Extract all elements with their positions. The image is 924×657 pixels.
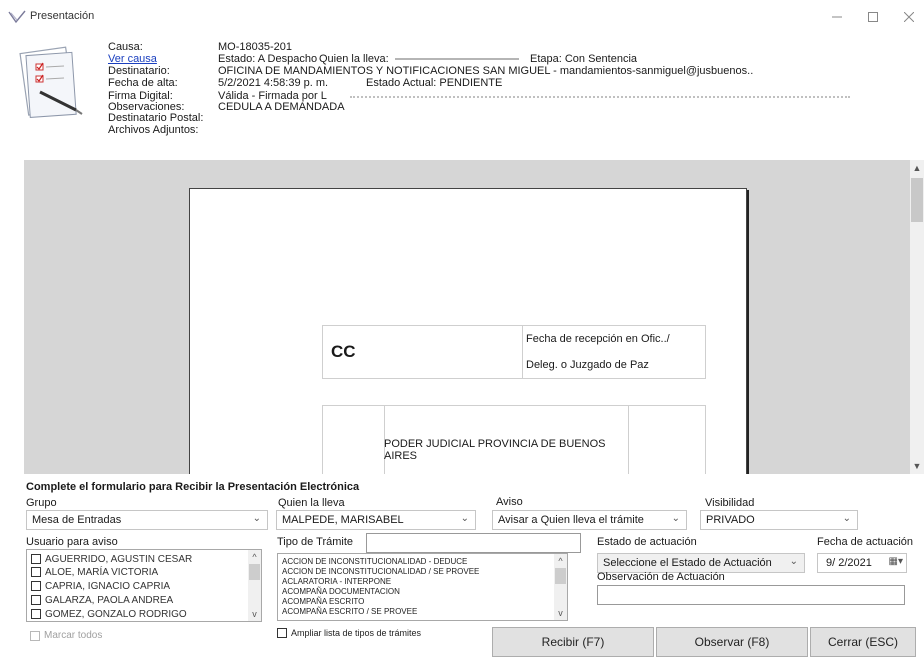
- list-item[interactable]: CAPRIA, IGNACIO CAPRIA: [31, 580, 170, 592]
- fecha-actuacion-value: 9/ 2/2021: [826, 557, 872, 569]
- tipo-tramite-label: Tipo de Trámite: [277, 536, 354, 548]
- list-item[interactable]: ACOMPAÑA ESCRITO / SE PROVEE: [282, 607, 417, 616]
- causa-value: MO-18035-201: [218, 41, 292, 53]
- estado-actuacion-label: Estado de actuación: [597, 536, 697, 548]
- document-page: CC Fecha de recepción en Ofic../ Deleg. …: [189, 188, 747, 495]
- usuario-aviso-list[interactable]: AGUERRIDO, AGUSTIN CESAR ALOE, MARÍA VIC…: [26, 549, 262, 622]
- fecha-recepcion-text-2: Deleg. o Juzgado de Paz: [526, 359, 649, 371]
- minimize-button[interactable]: [822, 6, 852, 28]
- checkbox[interactable]: [31, 567, 41, 577]
- usuario-aviso-label: Usuario para aviso: [26, 536, 118, 548]
- checkbox[interactable]: [30, 630, 40, 641]
- grupo-select[interactable]: Mesa de Entradas ⌄: [26, 510, 268, 530]
- chevron-down-icon: ⌄: [789, 556, 798, 567]
- quien-label: Quien la lleva: [278, 497, 345, 509]
- list-item[interactable]: AGUERRIDO, AGUSTIN CESAR: [31, 553, 192, 565]
- chevron-down-icon: ⌄: [671, 513, 680, 524]
- app-icon: [8, 10, 26, 24]
- estado-actual-value: Estado Actual: PENDIENTE: [366, 77, 503, 89]
- scroll-up-icon[interactable]: ^: [554, 554, 567, 568]
- observaciones-value: CEDULA A DEMANDADA: [218, 101, 345, 113]
- ver-causa-link[interactable]: Ver causa: [108, 53, 157, 65]
- cc-text: CC: [331, 342, 356, 361]
- scroll-down-icon[interactable]: v: [248, 607, 261, 621]
- redacted-name: [395, 58, 519, 60]
- checkbox[interactable]: [31, 554, 41, 564]
- chevron-down-icon: ⌄: [252, 513, 261, 524]
- visibilidad-select[interactable]: PRIVADO ⌄: [700, 510, 858, 530]
- title-bar: Presentación: [0, 0, 924, 34]
- visibilidad-value: PRIVADO: [706, 514, 755, 526]
- observacion-actuacion-label: Observación de Actuación: [597, 571, 725, 583]
- list-item[interactable]: ACOMPAÑA DOCUMENTACION: [282, 587, 400, 596]
- archivos-adjuntos-label: Archivos Adjuntos:: [108, 124, 199, 136]
- grupo-select-value: Mesa de Entradas: [32, 514, 122, 526]
- scroll-down-icon[interactable]: v: [554, 606, 567, 620]
- destinatario-label: Destinatario:: [108, 65, 170, 77]
- checkbox[interactable]: [31, 609, 41, 619]
- fecha-actuacion-picker[interactable]: 9/ 2/2021 ▦▾: [817, 553, 907, 573]
- window-title: Presentación: [30, 10, 95, 22]
- list-item[interactable]: ACLARATORIA - INTERPONE: [282, 577, 391, 586]
- grupo-label: Grupo: [26, 497, 57, 509]
- observacion-actuacion-input[interactable]: [597, 585, 905, 605]
- fecha-actuacion-label: Fecha de actuación: [817, 536, 914, 548]
- preview-scrollbar[interactable]: ▲ ▼: [910, 160, 924, 474]
- estado-value: Estado: A Despacho: [218, 53, 318, 65]
- quien-lleva-value: MALPEDE, MARISABEL: [282, 514, 404, 526]
- checkbox[interactable]: [31, 581, 41, 591]
- quien-lleva-value: Quien la lleva:: [319, 53, 389, 65]
- quien-lleva-select[interactable]: MALPEDE, MARISABEL ⌄: [276, 510, 476, 530]
- scroll-thumb[interactable]: [249, 564, 260, 580]
- usuario-list-scrollbar[interactable]: ^ v: [248, 550, 261, 621]
- aviso-value: Avisar a Quien lleva el trámite: [498, 514, 644, 526]
- list-item[interactable]: GALARZA, PAOLA ANDREA: [31, 594, 173, 606]
- list-item[interactable]: ACOMPAÑA ESCRITO: [282, 597, 364, 606]
- destinatario-postal-label: Destinatario Postal:: [108, 112, 204, 124]
- scroll-thumb[interactable]: [555, 568, 566, 584]
- visibilidad-label: Visibilidad: [705, 497, 755, 509]
- scroll-thumb[interactable]: [911, 178, 923, 222]
- list-item[interactable]: ACCION DE INCONSTITUCIONALIDAD - DEDUCE: [282, 557, 467, 566]
- fecha-alta-label: Fecha de alta:: [108, 77, 178, 89]
- close-button[interactable]: [894, 6, 924, 28]
- calendar-icon[interactable]: ▦▾: [889, 556, 903, 567]
- aviso-select[interactable]: Avisar a Quien lleva el trámite ⌄: [492, 510, 687, 530]
- causa-label: Causa:: [108, 41, 143, 53]
- maximize-icon: [868, 12, 878, 22]
- scroll-up-icon[interactable]: ▲: [910, 160, 924, 176]
- chevron-down-icon: ⌄: [460, 513, 469, 524]
- checkbox[interactable]: [31, 595, 41, 605]
- etapa-value: Etapa: Con Sentencia: [530, 53, 638, 65]
- list-item[interactable]: ACCION DE INCONSTITUCIONALIDAD / SE PROV…: [282, 567, 479, 576]
- estado-actuacion-value: Seleccione el Estado de Actuación: [603, 557, 772, 569]
- tipo-tramite-list[interactable]: ACCION DE INCONSTITUCIONALIDAD - DEDUCE …: [277, 553, 568, 621]
- scroll-down-icon[interactable]: ▼: [910, 458, 924, 474]
- fecha-alta-value: 5/2/2021 4:58:39 p. m.: [218, 77, 329, 89]
- list-item[interactable]: ALOE, MARÍA VICTORIA: [31, 566, 158, 578]
- checkbox[interactable]: [277, 628, 287, 638]
- fecha-recepcion-text-1: Fecha de recepción en Ofic../: [526, 333, 670, 345]
- list-item[interactable]: GOMEZ, GONZALO RODRIGO: [31, 608, 187, 620]
- document-edit-icon: [19, 46, 83, 118]
- tramite-list-scrollbar[interactable]: ^ v: [554, 554, 567, 620]
- aviso-label: Aviso: [496, 496, 523, 508]
- redacted-firma: [350, 96, 850, 98]
- tipo-tramite-input[interactable]: [366, 533, 581, 553]
- marcar-todos-checkbox[interactable]: Marcar todos: [30, 630, 102, 641]
- minimize-icon: [832, 16, 842, 18]
- destinatario-value: OFICINA DE MANDAMIENTOS Y NOTIFICACIONES…: [218, 65, 754, 77]
- form-title: Complete el formulario para Recibir la P…: [26, 481, 360, 493]
- maximize-button[interactable]: [858, 6, 888, 28]
- close-icon: [904, 12, 914, 22]
- poder-judicial-text: PODER JUDICIAL PROVINCIA DE BUENOS AIRES: [384, 438, 606, 462]
- scroll-up-icon[interactable]: ^: [248, 550, 261, 564]
- estado-actuacion-select[interactable]: Seleccione el Estado de Actuación ⌄: [597, 553, 805, 573]
- ampliar-lista-checkbox[interactable]: Ampliar lista de tipos de trámites: [277, 628, 421, 638]
- chevron-down-icon: ⌄: [842, 513, 851, 524]
